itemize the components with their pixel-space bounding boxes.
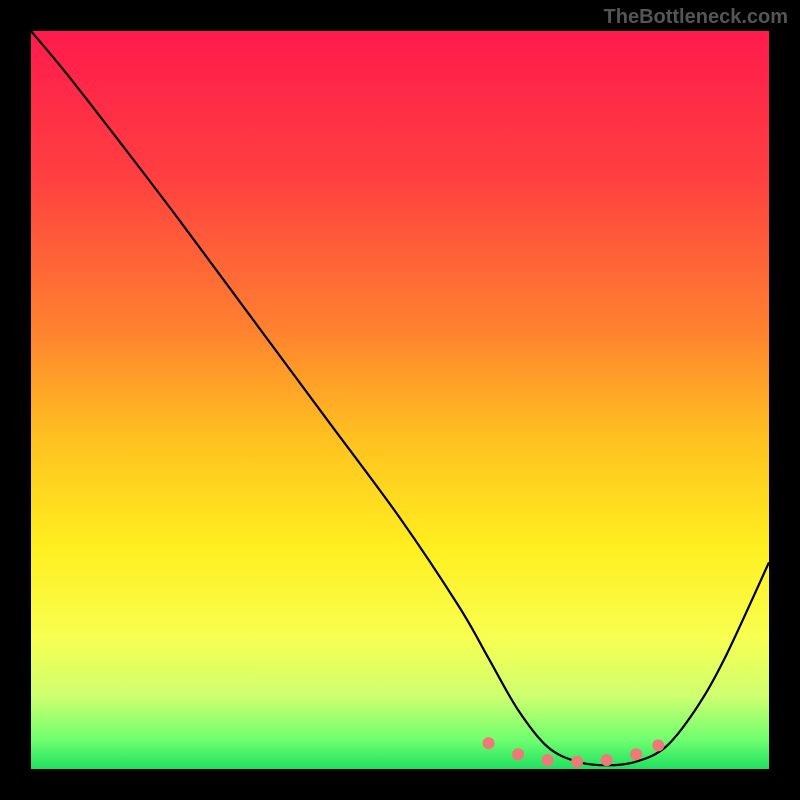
marker-dot	[512, 748, 524, 760]
marker-dot	[601, 754, 613, 766]
gradient-background	[31, 31, 769, 769]
plot-area	[31, 31, 769, 769]
marker-dot	[571, 756, 583, 768]
watermark-text: TheBottleneck.com	[604, 6, 788, 29]
marker-dot	[630, 748, 642, 760]
chart-svg	[31, 31, 769, 769]
marker-dot	[542, 754, 554, 766]
chart-container: TheBottleneck.com	[0, 0, 800, 800]
marker-dot	[483, 737, 495, 749]
marker-dot	[652, 739, 664, 751]
